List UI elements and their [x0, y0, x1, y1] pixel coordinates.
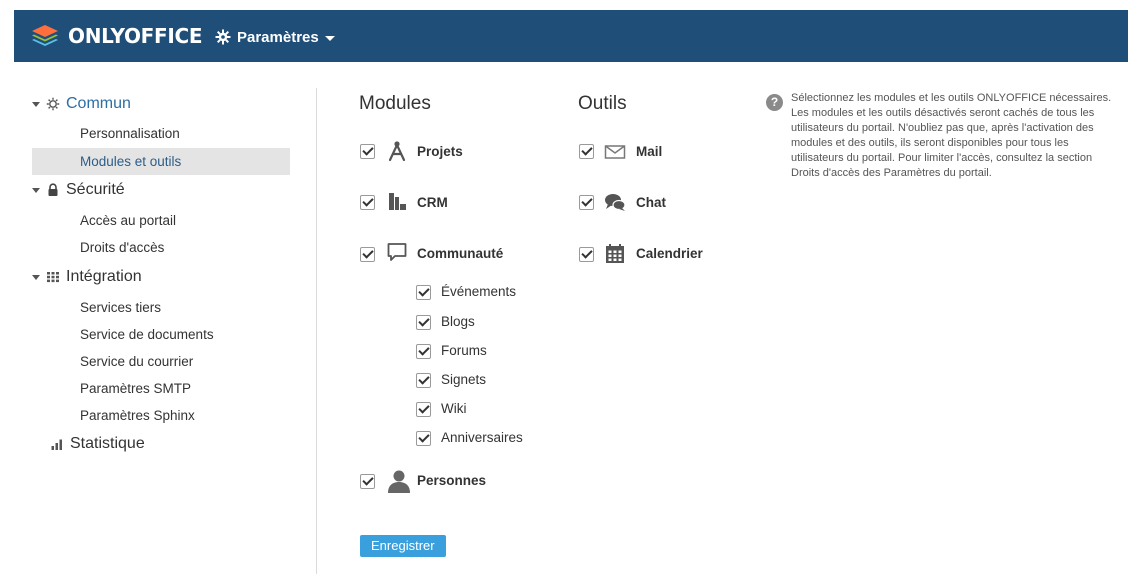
subitem-checkbox-blogs[interactable] — [416, 315, 431, 330]
modules-heading: Modules — [359, 93, 431, 114]
tools-heading: Outils — [578, 93, 627, 114]
subitem-label-evenements[interactable]: Événements — [441, 284, 516, 299]
sidebar-item-service-de-documents[interactable]: Service de documents — [32, 321, 290, 348]
settings-menu-label: Paramètres — [237, 28, 319, 46]
caret-down-icon — [32, 101, 40, 107]
subitem-checkbox-anniversaires[interactable] — [416, 431, 431, 446]
sidebar-section-label: Sécurité — [66, 181, 125, 198]
module-label-personnes[interactable]: Personnes — [417, 473, 486, 488]
help-text: Sélectionnez les modules et les outils O… — [791, 92, 1112, 179]
subitem-checkbox-wiki[interactable] — [416, 402, 431, 417]
tool-checkbox-calendrier[interactable] — [579, 247, 594, 262]
subitem-checkbox-evenements[interactable] — [416, 285, 431, 300]
sidebar-item-acces-au-portail[interactable]: Accès au portail — [32, 207, 290, 234]
buildings-icon — [389, 193, 406, 210]
subitem-label-blogs[interactable]: Blogs — [441, 314, 475, 329]
gear-icon — [215, 29, 231, 45]
person-icon — [388, 470, 410, 493]
tool-label-mail[interactable]: Mail — [636, 144, 662, 159]
sidebar-item-parametres-smtp[interactable]: Paramètres SMTP — [32, 375, 290, 402]
top-header: ONLYOFFICE Paramètres — [14, 10, 1128, 62]
sidebar-item-personnalisation[interactable]: Personnalisation — [32, 120, 290, 147]
sidebar-item-service-du-courrier[interactable]: Service du courrier — [32, 348, 290, 375]
speech-bubble-icon — [387, 243, 407, 261]
subitem-label-forums[interactable]: Forums — [441, 343, 487, 358]
calendar-icon — [606, 244, 624, 263]
sidebar-section-statistique[interactable]: Statistique — [32, 432, 145, 456]
lock-icon — [48, 183, 58, 196]
tool-label-calendrier[interactable]: Calendrier — [636, 246, 703, 261]
sidebar-section-integration[interactable]: Intégration — [32, 265, 142, 289]
bar-chart-icon — [51, 439, 62, 450]
subitem-checkbox-forums[interactable] — [416, 344, 431, 359]
sidebar-section-label: Intégration — [66, 268, 142, 285]
subitem-label-wiki[interactable]: Wiki — [441, 401, 467, 416]
sidebar-section-commun[interactable]: Commun — [32, 92, 131, 116]
settings-menu[interactable]: Paramètres — [215, 26, 335, 48]
envelope-icon — [604, 145, 626, 159]
sidebar-section-label: Statistique — [70, 435, 145, 452]
module-checkbox-communaute[interactable] — [360, 247, 375, 262]
sidebar-item-droits-d-acces[interactable]: Droits d'accès — [32, 234, 290, 261]
module-label-projets[interactable]: Projets — [417, 144, 463, 159]
module-checkbox-crm[interactable] — [360, 195, 375, 210]
chevron-down-icon — [324, 35, 335, 41]
chat-bubbles-icon — [605, 194, 626, 211]
gear-icon — [46, 97, 60, 111]
module-label-crm[interactable]: CRM — [417, 195, 448, 210]
save-button[interactable]: Enregistrer — [360, 535, 446, 557]
sidebar-item-services-tiers[interactable]: Services tiers — [32, 294, 290, 321]
sidebar-section-securite[interactable]: Sécurité — [32, 178, 125, 202]
caret-down-icon — [32, 274, 40, 280]
tool-checkbox-mail[interactable] — [579, 144, 594, 159]
sidebar-divider — [316, 88, 317, 574]
tool-label-chat[interactable]: Chat — [636, 195, 666, 210]
layers-logo-icon — [32, 25, 58, 46]
brand-name: ONLYOFFICE — [68, 24, 203, 48]
subitem-label-anniversaires[interactable]: Anniversaires — [441, 430, 523, 445]
question-icon: ? — [766, 94, 783, 111]
sidebar-item-modules-et-outils[interactable]: Modules et outils — [32, 148, 290, 175]
sidebar-item-parametres-sphinx[interactable]: Paramètres Sphinx — [32, 402, 290, 429]
compass-icon — [388, 141, 406, 162]
subitem-label-signets[interactable]: Signets — [441, 372, 486, 387]
caret-down-icon — [32, 187, 40, 193]
subitem-checkbox-signets[interactable] — [416, 373, 431, 388]
onlyoffice-logo[interactable]: ONLYOFFICE — [30, 22, 203, 50]
grid-icon — [47, 272, 59, 283]
module-checkbox-projets[interactable] — [360, 144, 375, 159]
module-label-communaute[interactable]: Communauté — [417, 246, 503, 261]
tool-checkbox-chat[interactable] — [579, 195, 594, 210]
sidebar-section-label: Commun — [66, 95, 131, 112]
module-checkbox-personnes[interactable] — [360, 474, 375, 489]
